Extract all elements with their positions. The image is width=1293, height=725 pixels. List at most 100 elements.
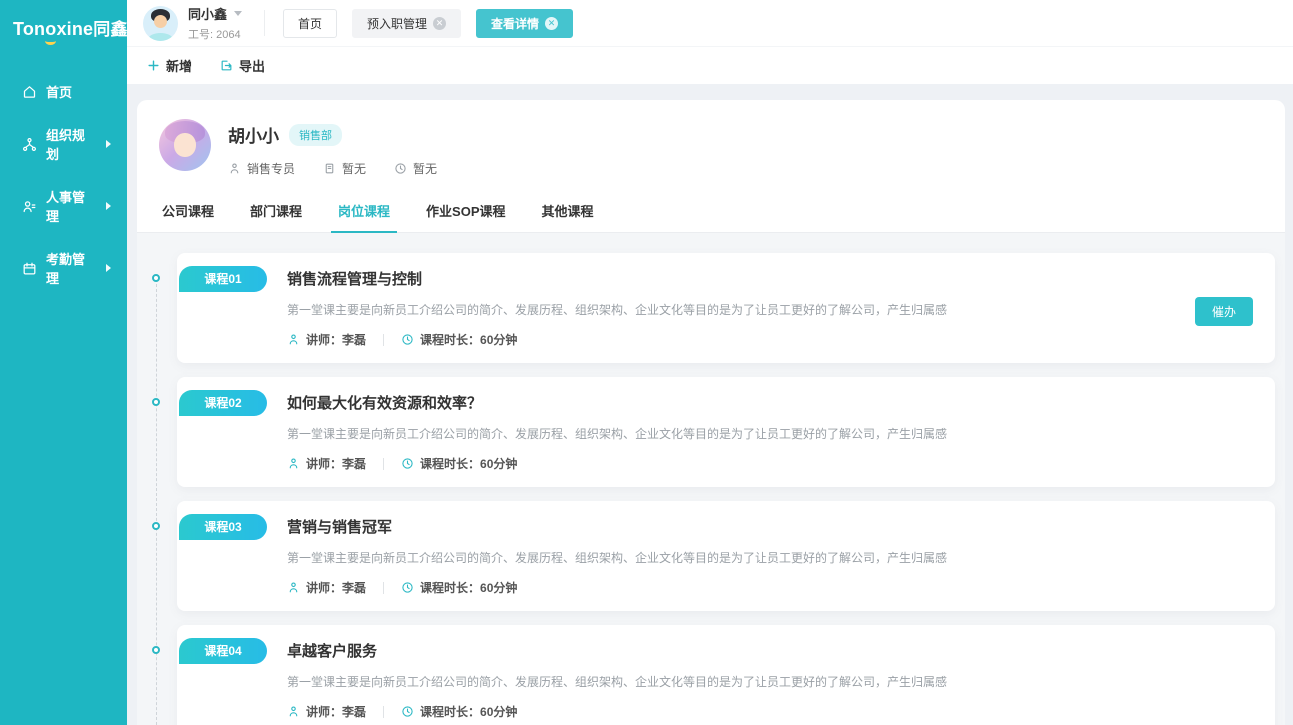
course-number-badge: 课程01 — [179, 266, 267, 292]
course-duration: 课程时长：60分钟 — [420, 455, 517, 472]
employee-number: 工号: 2064 — [188, 26, 242, 42]
timeline-line — [156, 279, 157, 725]
user-name: 同小鑫 — [188, 4, 227, 23]
clock-icon — [401, 705, 414, 718]
breadcrumb-tab-home[interactable]: 首页 — [283, 9, 337, 38]
divider — [383, 334, 384, 346]
teacher-icon — [287, 705, 300, 718]
course-row: 课程03 营销与销售冠军 第一堂课主要是向新员工介绍公司的简介、发展历程、组织架… — [177, 501, 1275, 611]
action-toolbar: 新增 导出 — [127, 46, 1293, 84]
divider — [383, 706, 384, 718]
caret-down-icon — [234, 11, 242, 16]
time-info: 暂无 — [394, 160, 437, 177]
course-teacher: 讲师：李磊 — [306, 703, 366, 720]
course-description: 第一堂课主要是向新员工介绍公司的简介、发展历程、组织架构、企业文化等目的是为了让… — [287, 301, 1135, 318]
tab-other-courses[interactable]: 其他课程 — [539, 191, 597, 232]
employee-name: 胡小小 — [228, 122, 279, 147]
sidebar: Tonoxine同鑫 首页 组织规划 人事管理 — [0, 0, 127, 725]
course-card: 课程04 卓越客户服务 第一堂课主要是向新员工介绍公司的简介、发展历程、组织架构… — [177, 625, 1275, 725]
course-card: 课程03 营销与销售冠军 第一堂课主要是向新员工介绍公司的简介、发展历程、组织架… — [177, 501, 1275, 611]
position-icon — [228, 162, 241, 175]
course-duration: 课程时长：60分钟 — [420, 579, 517, 596]
main-column: 同小鑫 工号: 2064 首页 预入职管理 ✕ 查看详情 ✕ — [127, 0, 1293, 725]
course-teacher: 讲师：李磊 — [306, 579, 366, 596]
brand-logo-text: Ton — [13, 19, 45, 39]
tab-company-courses[interactable]: 公司课程 — [159, 191, 217, 232]
course-card: 课程02 如何最大化有效资源和效率？ 第一堂课主要是向新员工介绍公司的简介、发展… — [177, 377, 1275, 487]
course-teacher: 讲师：李磊 — [306, 455, 366, 472]
course-title: 营销与销售冠军 — [287, 516, 1135, 537]
course-row: 课程04 卓越客户服务 第一堂课主要是向新员工介绍公司的简介、发展历程、组织架构… — [177, 625, 1275, 725]
clock-icon — [401, 581, 414, 594]
sidebar-item-hr-management[interactable]: 人事管理 — [0, 175, 127, 237]
chevron-right-icon — [106, 140, 111, 148]
close-icon[interactable]: ✕ — [433, 17, 446, 30]
employee-profile: 胡小小 销售部 销售专员 — [137, 100, 1285, 177]
breadcrumb: 首页 预入职管理 ✕ 查看详情 ✕ — [283, 9, 573, 38]
teacher-icon — [287, 581, 300, 594]
user-menu[interactable]: 同小鑫 工号: 2064 — [143, 4, 242, 42]
course-number-badge: 课程02 — [179, 390, 267, 416]
add-button[interactable]: 新增 — [147, 56, 192, 75]
smile-icon — [45, 37, 56, 45]
department-badge: 销售部 — [289, 124, 342, 146]
course-list: 课程01 销售流程管理与控制 第一堂课主要是向新员工介绍公司的简介、发展历程、组… — [137, 233, 1285, 725]
user-avatar — [143, 6, 178, 41]
page-body: 胡小小 销售部 销售专员 — [127, 84, 1293, 725]
breadcrumb-tab-view-detail[interactable]: 查看详情 ✕ — [476, 9, 573, 38]
position-info: 销售专员 — [228, 160, 295, 177]
export-button[interactable]: 导出 — [220, 56, 265, 75]
course-duration: 课程时长：60分钟 — [420, 703, 517, 720]
course-number-badge: 课程04 — [179, 638, 267, 664]
timeline-dot — [152, 274, 160, 282]
tab-position-courses[interactable]: 岗位课程 — [335, 191, 393, 232]
detail-panel: 胡小小 销售部 销售专员 — [137, 100, 1285, 725]
sidebar-item-attendance[interactable]: 考勤管理 — [0, 237, 127, 299]
divider — [383, 458, 384, 470]
sidebar-item-label: 组织规划 — [46, 125, 97, 163]
course-description: 第一堂课主要是向新员工介绍公司的简介、发展历程、组织架构、企业文化等目的是为了让… — [287, 425, 1135, 442]
course-description: 第一堂课主要是向新员工介绍公司的简介、发展历程、组织架构、企业文化等目的是为了让… — [287, 673, 1135, 690]
breadcrumb-tab-preonboarding[interactable]: 预入职管理 ✕ — [352, 9, 461, 38]
course-title: 销售流程管理与控制 — [287, 268, 1135, 289]
course-card: 课程01 销售流程管理与控制 第一堂课主要是向新员工介绍公司的简介、发展历程、组… — [177, 253, 1275, 363]
close-icon[interactable]: ✕ — [545, 17, 558, 30]
org-icon — [22, 137, 37, 152]
sidebar-item-label: 首页 — [46, 82, 72, 101]
calendar-icon — [22, 261, 37, 276]
brand-logo: Tonoxine同鑫 — [0, 0, 127, 40]
chevron-right-icon — [106, 202, 111, 210]
timeline-dot — [152, 646, 160, 654]
course-row: 课程02 如何最大化有效资源和效率？ 第一堂课主要是向新员工介绍公司的简介、发展… — [177, 377, 1275, 487]
sidebar-item-label: 人事管理 — [46, 187, 97, 225]
id-card-icon — [323, 162, 336, 175]
course-description: 第一堂课主要是向新员工介绍公司的简介、发展历程、组织架构、企业文化等目的是为了让… — [287, 549, 1135, 566]
sidebar-item-label: 考勤管理 — [46, 249, 97, 287]
sidebar-nav: 首页 组织规划 人事管理 考勤管理 — [0, 70, 127, 299]
chevron-right-icon — [106, 264, 111, 272]
sidebar-item-org-planning[interactable]: 组织规划 — [0, 113, 127, 175]
divider — [383, 582, 384, 594]
course-title: 如何最大化有效资源和效率？ — [287, 392, 1135, 413]
brand-logo-cn: 同鑫 — [93, 20, 127, 39]
home-icon — [22, 84, 37, 99]
urge-button[interactable]: 催办 — [1195, 297, 1253, 326]
idcard-info: 暂无 — [323, 160, 366, 177]
tab-sop-courses[interactable]: 作业SOP课程 — [423, 191, 508, 232]
course-number-badge: 课程03 — [179, 514, 267, 540]
course-row: 课程01 销售流程管理与控制 第一堂课主要是向新员工介绍公司的简介、发展历程、组… — [177, 253, 1275, 363]
employee-info-row: 销售专员 暂无 — [228, 160, 437, 177]
topbar: 同小鑫 工号: 2064 首页 预入职管理 ✕ 查看详情 ✕ — [127, 0, 1293, 46]
tab-department-courses[interactable]: 部门课程 — [247, 191, 305, 232]
course-duration: 课程时长：60分钟 — [420, 331, 517, 348]
export-icon — [220, 59, 233, 72]
clock-icon — [394, 162, 407, 175]
people-icon — [22, 199, 37, 214]
course-teacher: 讲师：李磊 — [306, 331, 366, 348]
course-title: 卓越客户服务 — [287, 640, 1135, 661]
teacher-icon — [287, 457, 300, 470]
teacher-icon — [287, 333, 300, 346]
course-tabs: 公司课程 部门课程 岗位课程 作业SOP课程 其他课程 — [137, 191, 1285, 233]
clock-icon — [401, 457, 414, 470]
sidebar-item-home[interactable]: 首页 — [0, 70, 127, 113]
